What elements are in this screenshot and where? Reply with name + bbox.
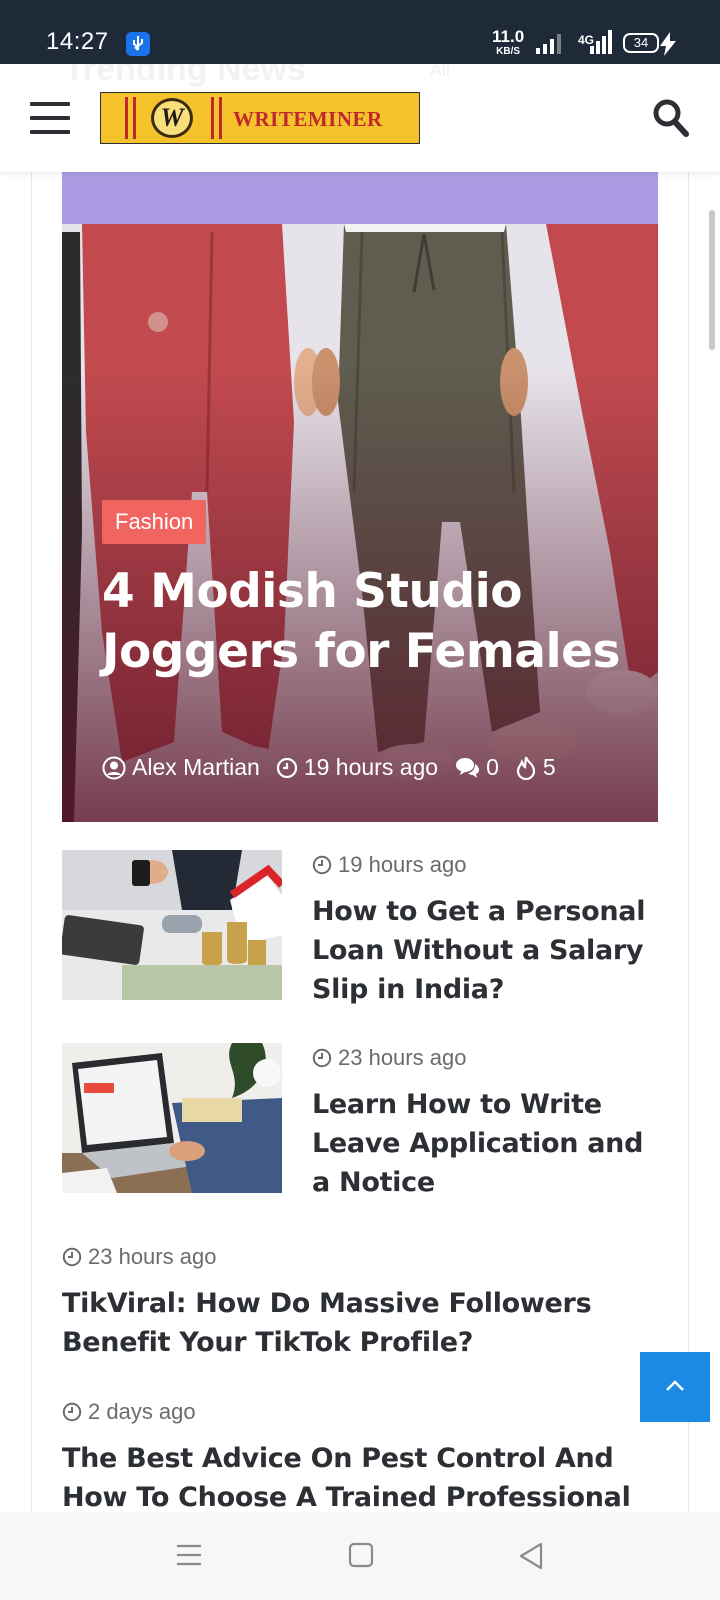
post-thumbnail[interactable] (62, 1043, 282, 1193)
featured-image-overlay (62, 172, 658, 822)
post-thumbnail[interactable] (62, 850, 282, 1000)
comment-count: 0 (486, 754, 499, 780)
back-to-top-button[interactable] (640, 1352, 710, 1422)
post-date: 23 hours ago (62, 1242, 662, 1272)
post-title[interactable]: TikViral: How Do Massive Followers Benef… (62, 1284, 662, 1362)
content-border-right (688, 172, 689, 1512)
clock-icon (276, 757, 297, 778)
post-time: 19 hours ago (276, 754, 438, 781)
comments-icon (456, 757, 480, 778)
section-filter-ghost: All (430, 60, 451, 80)
logo-text: WRITEMINER (233, 107, 383, 131)
charging-icon (660, 32, 676, 56)
back-icon[interactable] (518, 1542, 544, 1570)
post-body: 19 hours ago How to Get a Personal Loan … (312, 850, 662, 1009)
recent-apps-icon[interactable] (176, 1542, 202, 1568)
clock-icon (312, 855, 332, 875)
battery-indicator: 34 (623, 33, 659, 53)
post-date: 19 hours ago (312, 850, 662, 880)
list-item[interactable]: 2 days ago The Best Advice On Pest Contr… (62, 1397, 662, 1517)
post-title[interactable]: Learn How to Write Leave Application and… (312, 1085, 662, 1202)
featured-meta: Alex Martian 19 hours ago 0 5 (102, 754, 572, 781)
fire-icon (516, 756, 536, 780)
net-speed: 11.0 KB/S (492, 27, 525, 57)
post-title[interactable]: The Best Advice On Pest Control And How … (62, 1439, 662, 1517)
signal-icon (536, 34, 561, 54)
post-image (62, 1043, 282, 1193)
author-name: Alex Martian (132, 754, 260, 780)
post-date: 2 days ago (62, 1397, 662, 1427)
featured-title[interactable]: 4 Modish Studio Joggers for Females (102, 562, 622, 682)
signal-4g-icon (590, 30, 612, 54)
clock-icon (312, 1048, 332, 1068)
home-icon[interactable] (348, 1542, 374, 1568)
search-button[interactable] (652, 98, 690, 138)
section-title-ghost: Trending News (64, 50, 306, 88)
views-count: 5 (515, 754, 556, 781)
comments-link[interactable]: 0 (454, 754, 499, 781)
search-icon (653, 99, 689, 137)
system-nav-bar (0, 1512, 720, 1600)
clock-icon (62, 1402, 82, 1422)
list-item[interactable]: 23 hours ago TikViral: How Do Massive Fo… (62, 1242, 662, 1362)
post-title[interactable]: How to Get a Personal Loan Without a Sal… (312, 892, 662, 1009)
site-logo[interactable]: W WRITEMINER (100, 92, 420, 144)
menu-button[interactable] (30, 102, 70, 134)
post-image (62, 850, 282, 1000)
featured-post[interactable]: Fashion 4 Modish Studio Joggers for Fema… (62, 172, 658, 822)
post-date: 23 hours ago (312, 1043, 662, 1073)
user-icon (102, 756, 126, 779)
post-body: 23 hours ago Learn How to Write Leave Ap… (312, 1043, 662, 1202)
content-border-left (31, 172, 32, 1512)
chevron-up-icon (666, 1380, 684, 1391)
author-link[interactable]: Alex Martian (102, 754, 260, 781)
logo-mark-icon: W (151, 98, 193, 138)
scrollbar[interactable] (709, 210, 715, 350)
category-badge[interactable]: Fashion (102, 500, 207, 544)
clock-icon (62, 1247, 82, 1267)
